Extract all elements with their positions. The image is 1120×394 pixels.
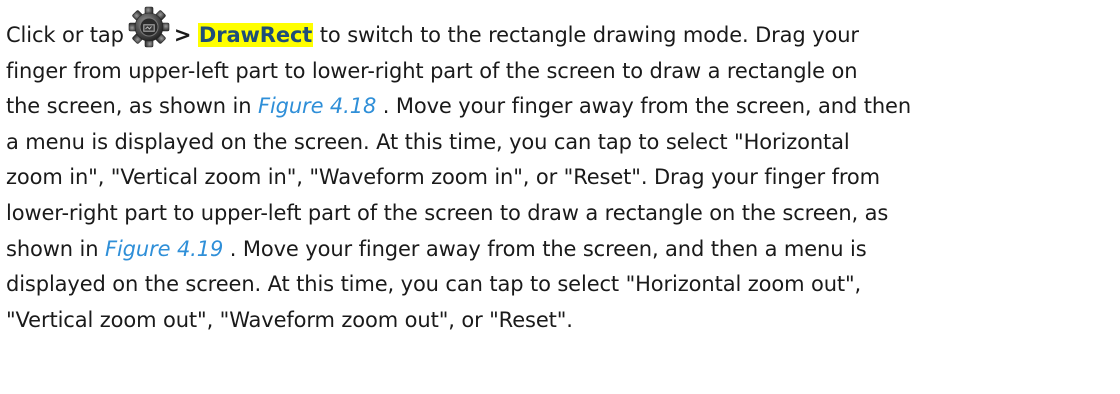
paragraph-line-9: "Vertical zoom out", "Waveform zoom out"… (6, 307, 573, 332)
drawrect-menu-item: DrawRect (197, 23, 314, 47)
paragraph-line-1: Click or tap > DrawRect to switch to the… (6, 6, 1114, 54)
paragraph-line-3: the screen, as shown in Figure 4.18 . Mo… (6, 89, 1114, 125)
text-line-7-start: shown in (6, 236, 105, 261)
paragraph-line-4: a menu is displayed on the screen. At th… (6, 129, 850, 154)
paragraph-line-5: zoom in", "Vertical zoom in", "Waveform … (6, 165, 880, 190)
text-line-3-rest: . Move your finger away from the screen,… (376, 94, 912, 119)
text-line-3-start: the screen, as shown in (6, 94, 258, 119)
text-line-7-rest: . Move your finger away from the screen,… (223, 236, 867, 261)
figure-4-18-link[interactable]: Figure 4.18 (258, 94, 376, 118)
gear-icon (128, 6, 170, 48)
menu-separator: > (173, 23, 192, 47)
text-click-or-tap: Click or tap (6, 23, 124, 47)
instruction-paragraph: Click or tap > DrawRect to switch to the… (6, 6, 1114, 338)
text-line-1-rest: to switch to the rectangle drawing mode.… (319, 23, 859, 47)
figure-4-19-link[interactable]: Figure 4.19 (105, 237, 223, 261)
paragraph-line-2: finger from upper-left part to lower-rig… (6, 58, 858, 83)
paragraph-line-7: shown in Figure 4.19 . Move your finger … (6, 232, 1114, 268)
paragraph-line-6: lower-right part to upper-left part of t… (6, 200, 889, 225)
paragraph-line-8: displayed on the screen. At this time, y… (6, 272, 862, 297)
